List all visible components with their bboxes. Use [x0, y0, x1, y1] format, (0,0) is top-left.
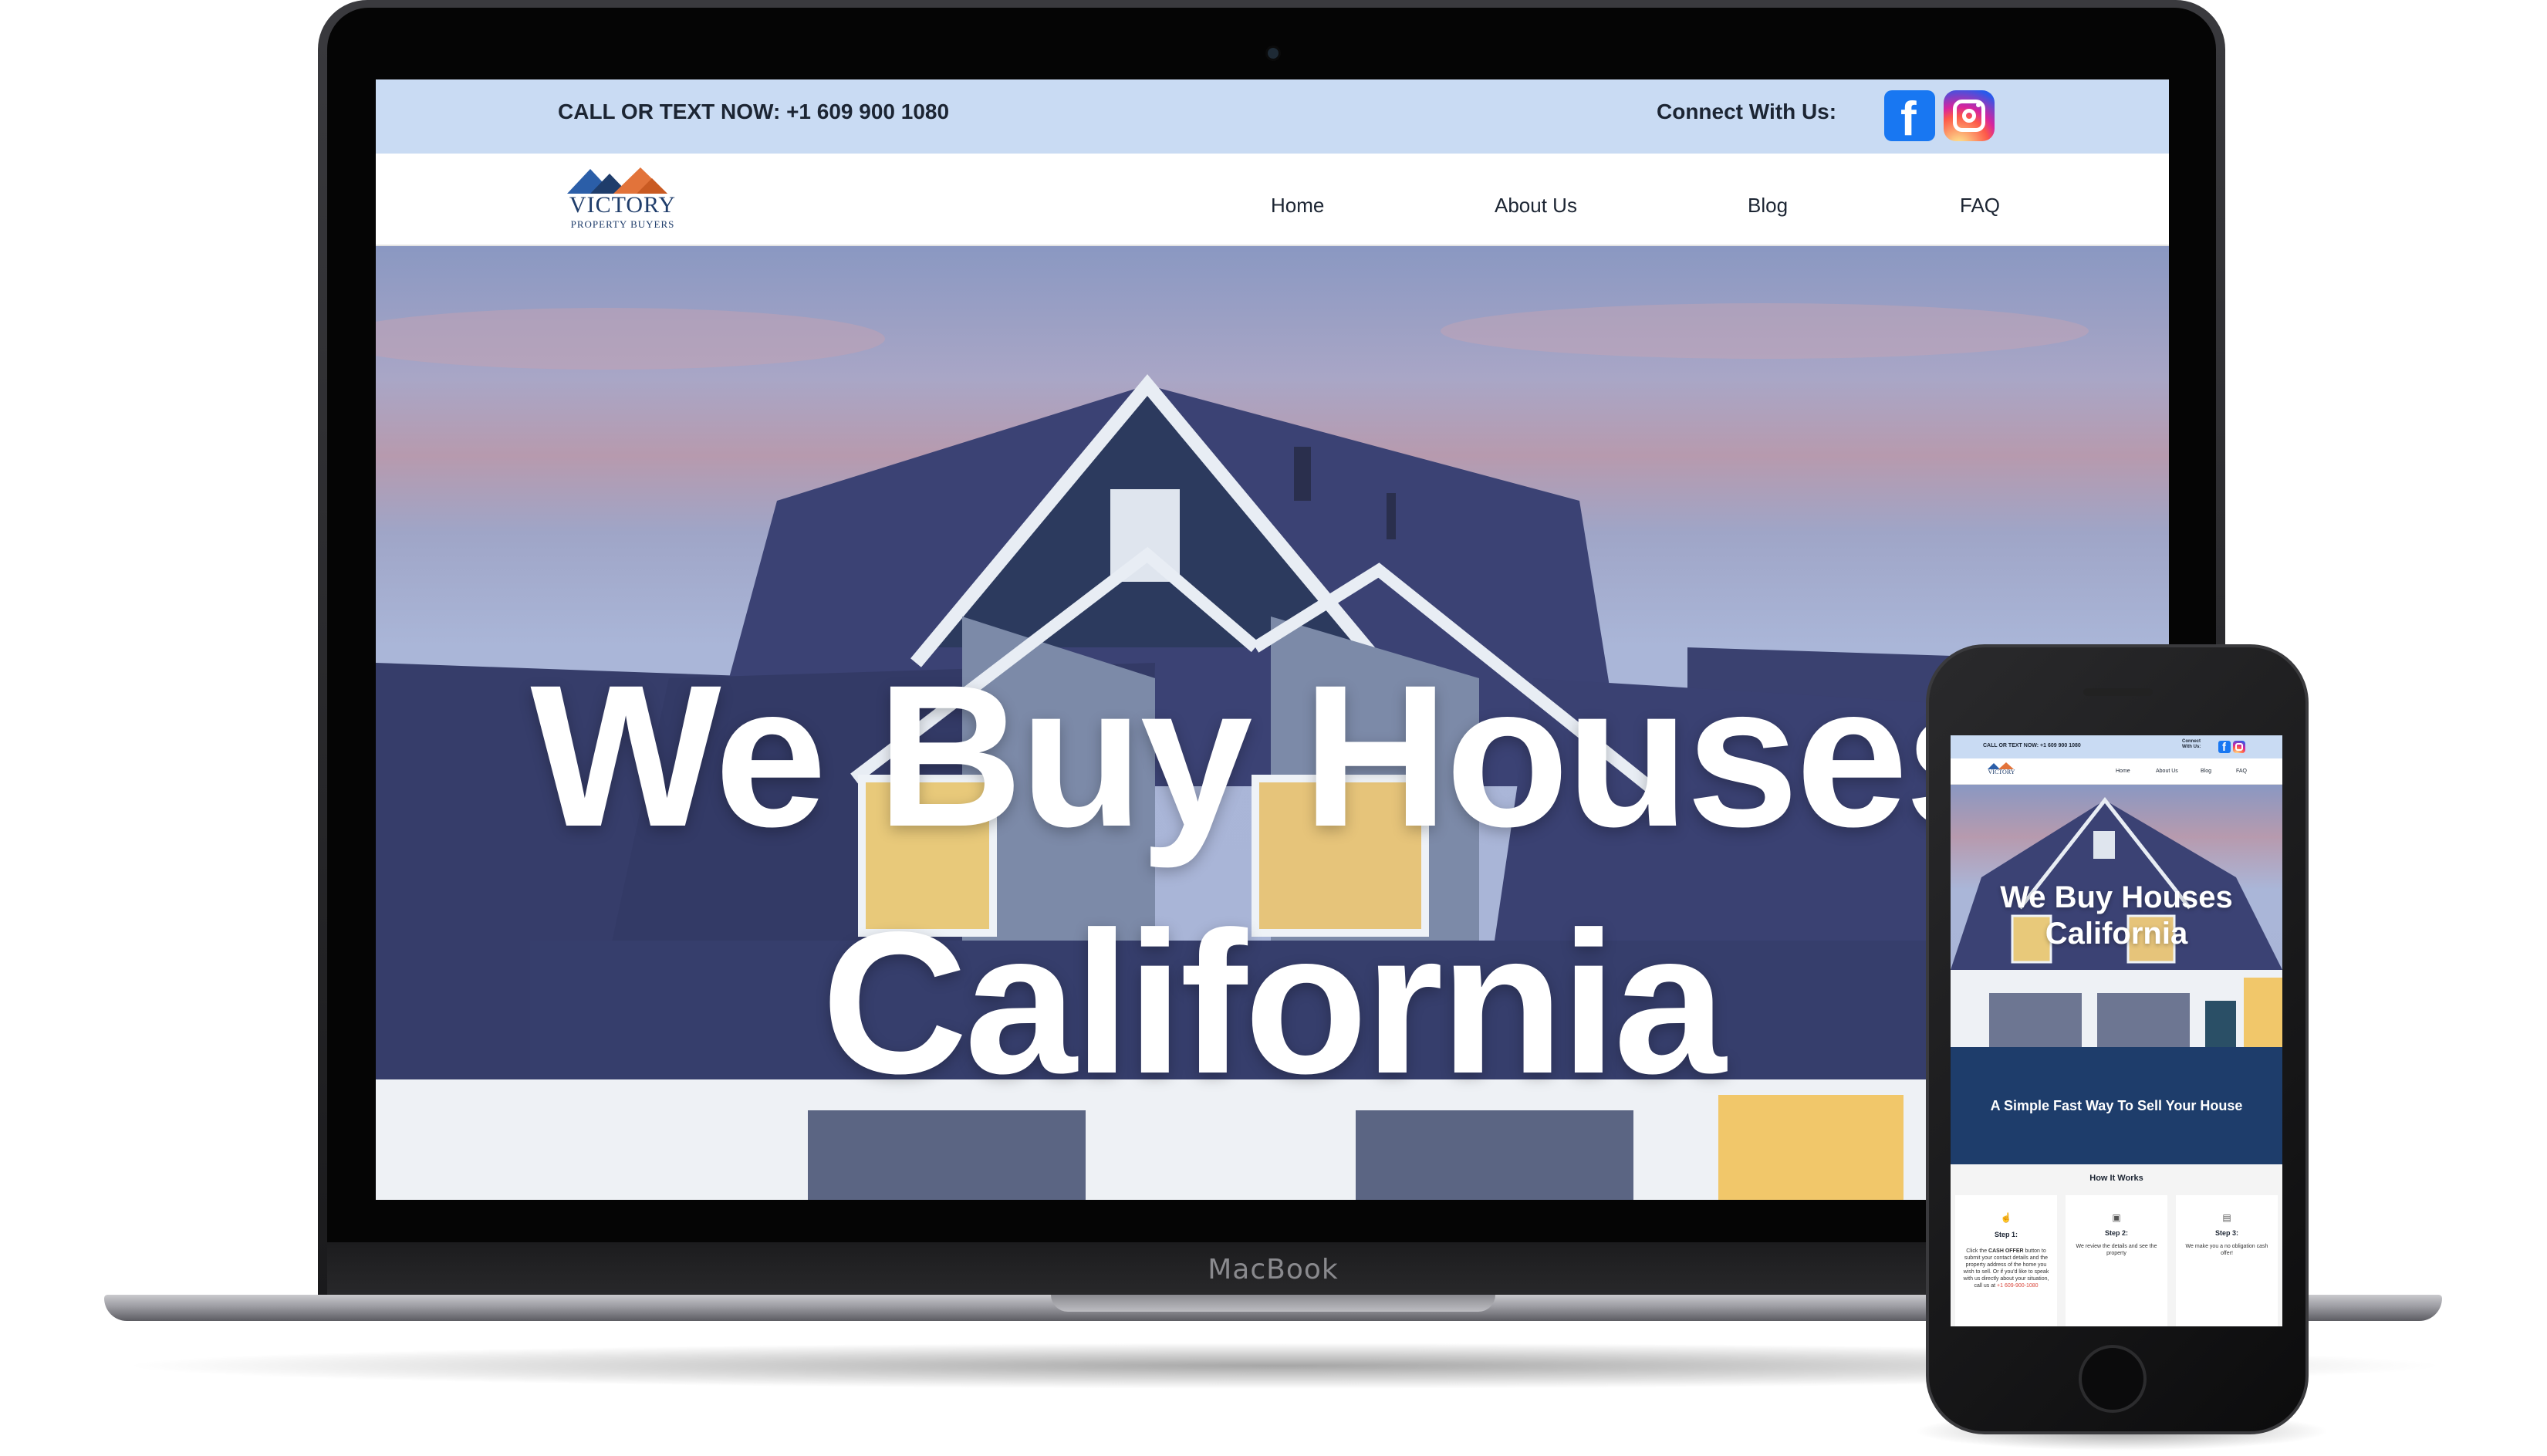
- phone-home-button[interactable]: [2079, 1345, 2147, 1413]
- review-monitor-icon: ▣: [2112, 1212, 2121, 1223]
- mobile-hero-section: We Buy Houses California: [1951, 785, 2282, 1047]
- logo-word: VICTORY: [569, 192, 677, 218]
- mobile-how-it-works: How It Works ☝ Step 1: Click the CASH OF…: [1951, 1164, 2282, 1326]
- mobile-instagram-icon[interactable]: [2233, 741, 2245, 753]
- how-it-works-title: How It Works: [2089, 1174, 2143, 1183]
- logo-roofs-icon: [567, 167, 667, 194]
- mobile-hero-title-line2: California: [2045, 917, 2188, 951]
- laptop-hinge-notch: [1051, 1295, 1495, 1312]
- mobile-logo-word: VICTORY: [1988, 769, 2015, 775]
- connect-label: Connect With Us:: [1657, 100, 1837, 123]
- mobile-facebook-icon[interactable]: f: [2218, 741, 2231, 754]
- hero-title-line1: We Buy Houses: [530, 643, 2017, 869]
- step-card-3: ▤ Step 3: We make you a no obligation ca…: [2176, 1195, 2278, 1326]
- mobile-tagline: A Simple Fast Way To Sell Your House: [1990, 1098, 2243, 1113]
- nav-faq[interactable]: FAQ: [1960, 194, 2000, 218]
- mobile-nav-faq[interactable]: FAQ: [2236, 769, 2247, 774]
- mobile-navbar: VICTORY Home About Us Blog FAQ: [1951, 758, 2282, 785]
- mobile-connect-label: Connect With Us:: [2182, 739, 2201, 750]
- mobile-hero-title-line1: We Buy Houses: [2000, 880, 2233, 914]
- nav-blog[interactable]: Blog: [1748, 194, 1788, 218]
- device-label: MacBook: [1208, 1254, 1339, 1285]
- step-2-description: We review the details and see the proper…: [2076, 1244, 2157, 1257]
- step-1-phone-link[interactable]: +1 609-900-1080: [1997, 1283, 2039, 1289]
- cash-offer-icon: ▤: [2222, 1212, 2231, 1223]
- logo[interactable]: VICTORY PROPERTY BUYERS: [561, 164, 684, 235]
- call-text[interactable]: CALL OR TEXT NOW: +1 609 900 1080: [558, 100, 949, 124]
- nav-home[interactable]: Home: [1271, 194, 1324, 218]
- pointer-hand-icon: ☝: [2000, 1212, 2012, 1223]
- logo-subtitle: PROPERTY BUYERS: [570, 218, 675, 230]
- step-1-description: Click the CASH OFFER button to submit yo…: [1961, 1248, 2051, 1290]
- instagram-icon[interactable]: [1944, 90, 1995, 141]
- step-3-label: Step 3:: [2214, 1229, 2238, 1237]
- step-1-desc-pre: Click the: [1966, 1248, 1989, 1254]
- step-1-desc-bold: CASH OFFER: [1988, 1248, 2024, 1254]
- mobile-nav-blog[interactable]: Blog: [2201, 769, 2211, 774]
- step-card-2: ▣ Step 2: We review the details and see …: [2066, 1195, 2167, 1326]
- mobile-logo[interactable]: VICTORY: [1985, 762, 2018, 782]
- nav-about-us[interactable]: About Us: [1495, 194, 1577, 218]
- mobile-nav-home[interactable]: Home: [2116, 769, 2130, 774]
- phone-speaker: [2083, 688, 2153, 696]
- main-navbar: VICTORY PROPERTY BUYERS Home About Us Bl…: [376, 154, 2169, 246]
- mobile-nav-about-us[interactable]: About Us: [2156, 769, 2178, 774]
- top-contact-bar: CALL OR TEXT NOW: +1 609 900 1080 Connec…: [376, 79, 2169, 154]
- camera-icon: [1268, 48, 1279, 59]
- desktop-screen: CALL OR TEXT NOW: +1 609 900 1080 Connec…: [376, 79, 2169, 1200]
- hero-section: We Buy Houses California: [376, 246, 2169, 1200]
- step-card-1: ☝ Step 1: Click the CASH OFFER button to…: [1955, 1195, 2057, 1326]
- step-1-label: Step 1:: [1994, 1231, 2018, 1238]
- mobile-screen: CALL OR TEXT NOW: +1 609 900 1080 Connec…: [1951, 735, 2282, 1326]
- facebook-icon[interactable]: f: [1884, 90, 1935, 146]
- mobile-top-contact-bar: CALL OR TEXT NOW: +1 609 900 1080 Connec…: [1951, 735, 2282, 758]
- hero-title-line2: California: [821, 890, 1726, 1116]
- step-3-description: We make you a no obligation cash offer!: [2185, 1244, 2268, 1257]
- step-2-label: Step 2:: [2104, 1229, 2128, 1237]
- mobile-call-text[interactable]: CALL OR TEXT NOW: +1 609 900 1080: [1983, 743, 2081, 748]
- mobile-tagline-band: A Simple Fast Way To Sell Your House: [1951, 1047, 2282, 1164]
